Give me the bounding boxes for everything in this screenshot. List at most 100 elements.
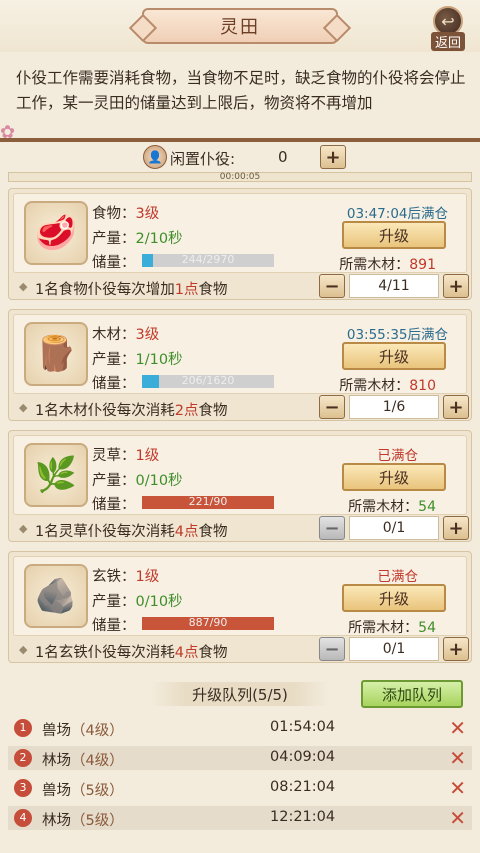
upgrade-button[interactable]: 升级 [342, 342, 446, 370]
resource-name-row: 食物：3级 [92, 202, 159, 223]
resource-card-top: 🪵 木材：3级 产量：1/10秒 储量： 206/1620 03:55:35后满… [13, 314, 467, 394]
storage-text: 206/1620 [181, 374, 235, 387]
wood-requirement: 所需木材：810 [339, 375, 436, 395]
add-queue-button[interactable]: 添加队列 [361, 680, 463, 708]
storage-bar: 244/2970 [142, 253, 274, 267]
cancel-icon[interactable]: ✕ [449, 776, 466, 800]
store-label: 储量： [92, 618, 136, 634]
remove-worker-button[interactable]: − [319, 516, 345, 540]
add-worker-button[interactable]: + [443, 274, 469, 298]
queue-row: 1 兽场（4级） 01:54:04 ✕ [8, 716, 472, 740]
add-worker-button[interactable]: + [443, 516, 469, 540]
cancel-icon[interactable]: ✕ [449, 746, 466, 770]
remove-worker-button[interactable]: − [319, 274, 345, 298]
add-worker-button[interactable]: + [320, 145, 346, 169]
wood-label: 所需木材： [339, 257, 410, 273]
resource-level: 1级 [135, 569, 160, 585]
worker-timer-bar: 00:00:05 [8, 172, 472, 182]
resource-name: 玄铁： [92, 569, 136, 585]
resource-card-top: 🌿 灵草：1级 产量：0/10秒 储量： 221/90 已满仓 升级 所需木材：… [13, 435, 467, 515]
worker-count: 0/1 [349, 637, 439, 661]
wood-label: 所需木材： [339, 378, 410, 394]
fill-status: 已满仓 [377, 448, 419, 464]
wood-amount: 810 [409, 378, 436, 394]
resource-name: 木材： [92, 327, 136, 343]
queue-number: 1 [14, 719, 32, 737]
queue-row: 4 林场（5级） 12:21:04 ✕ [8, 806, 472, 830]
store-label: 储量： [92, 497, 136, 513]
diamond-bullet-icon: ◆ [19, 643, 28, 656]
add-worker-button[interactable]: + [443, 395, 469, 419]
resource-name-row: 玄铁：1级 [92, 565, 159, 586]
ore-icon: 🪨 [24, 564, 88, 628]
resource-name-row: 木材：3级 [92, 323, 159, 344]
notice-text: 仆役工作需要消耗食物，当食物不足时，缺乏食物的仆役将会停止工作，某一灵田的储量达… [16, 69, 466, 112]
worker-row: ◆ 1名食物仆役每次增加1点食物 − 4/11 + [13, 274, 473, 299]
divider [0, 138, 480, 142]
remove-worker-button[interactable]: − [319, 637, 345, 661]
consume-text: 1名食物仆役每次增加1点食物 [35, 282, 228, 298]
back-label: 返回 [430, 32, 465, 51]
resource-rate-row: 产量：0/10秒 [92, 469, 183, 490]
wood-amount: 54 [418, 620, 436, 636]
fill-status: 03:47:04后满仓 [346, 206, 448, 222]
resource-name: 食物： [92, 206, 136, 222]
storage-bar: 887/90 [142, 616, 274, 630]
resource-card: 🪨 玄铁：1级 产量：0/10秒 储量： 887/90 已满仓 升级 所需木材：… [8, 551, 472, 663]
page-title: 灵田 [142, 8, 338, 44]
resource-level: 3级 [135, 206, 160, 222]
upgrade-button[interactable]: 升级 [342, 463, 446, 491]
resource-rate: 2/10秒 [135, 231, 183, 247]
resource-rate-row: 产量：0/10秒 [92, 590, 183, 611]
wood-amount: 891 [409, 257, 436, 273]
remove-worker-button[interactable]: − [319, 395, 345, 419]
rate-label: 产量： [92, 352, 136, 368]
queue-number: 4 [14, 809, 32, 827]
resource-card: 🪵 木材：3级 产量：1/10秒 储量： 206/1620 03:55:35后满… [8, 309, 472, 421]
add-worker-button[interactable]: + [443, 637, 469, 661]
wood-label: 所需木材： [348, 499, 419, 515]
idle-label: 闲置仆役: [170, 150, 236, 168]
resource-level: 1级 [135, 448, 160, 464]
wood-icon: 🪵 [24, 322, 88, 386]
queue-header: 升级队列(5/5) 添加队列 [0, 680, 480, 708]
worker-timer-text: 00:00:05 [219, 172, 261, 182]
consume-text: 1名木材仆役每次消耗2点食物 [35, 403, 228, 419]
queue-row: 2 林场（4级） 04:09:04 ✕ [8, 746, 472, 770]
herb-icon: 🌿 [24, 443, 88, 507]
worker-row: ◆ 1名玄铁仆役每次消耗4点食物 − 0/1 + [13, 637, 473, 662]
cancel-icon[interactable]: ✕ [449, 806, 466, 830]
worker-count: 1/6 [349, 395, 439, 419]
meat-icon: 🥩 [24, 201, 88, 265]
worker-row: ◆ 1名灵草仆役每次消耗4点食物 − 0/1 + [13, 516, 473, 541]
queue-row: 3 兽场（5级） 08:21:04 ✕ [8, 776, 472, 800]
cancel-icon[interactable]: ✕ [449, 716, 466, 740]
fill-status: 03:55:35后满仓 [346, 327, 448, 343]
resource-rate: 0/10秒 [135, 594, 183, 610]
queue-item-name: 林场（5级） [42, 813, 124, 829]
queue-item-name: 兽场（4级） [42, 723, 124, 739]
queue-item-name: 林场（4级） [42, 753, 124, 769]
resource-card-top: 🪨 玄铁：1级 产量：0/10秒 储量： 887/90 已满仓 升级 所需木材：… [13, 556, 467, 636]
wood-label: 所需木材： [348, 620, 419, 636]
consume-text: 1名玄铁仆役每次消耗4点食物 [35, 645, 228, 661]
diamond-bullet-icon: ◆ [19, 280, 28, 293]
queue-number: 2 [14, 749, 32, 767]
resource-rate-row: 产量：1/10秒 [92, 348, 183, 369]
resource-rate: 0/10秒 [135, 473, 183, 489]
resource-card-top: 🥩 食物：3级 产量：2/10秒 储量： 244/2970 03:47:04后满… [13, 193, 467, 273]
wood-requirement: 所需木材：891 [339, 254, 436, 274]
rate-label: 产量： [92, 594, 136, 610]
queue-time: 12:21:04 [270, 809, 336, 825]
upgrade-button[interactable]: 升级 [342, 584, 446, 612]
idle-workers-row: 👤 闲置仆役: 0 + [0, 145, 480, 171]
resource-level: 3级 [135, 327, 160, 343]
resource-rate: 1/10秒 [135, 352, 183, 368]
queue-time: 08:21:04 [270, 779, 336, 795]
diamond-bullet-icon: ◆ [19, 401, 28, 414]
back-button[interactable]: ↩ 返回 [426, 6, 470, 54]
rate-label: 产量： [92, 473, 136, 489]
upgrade-button[interactable]: 升级 [342, 221, 446, 249]
idle-count: 0 [278, 148, 288, 166]
header-bar: 灵田 ↩ 返回 [0, 0, 480, 52]
